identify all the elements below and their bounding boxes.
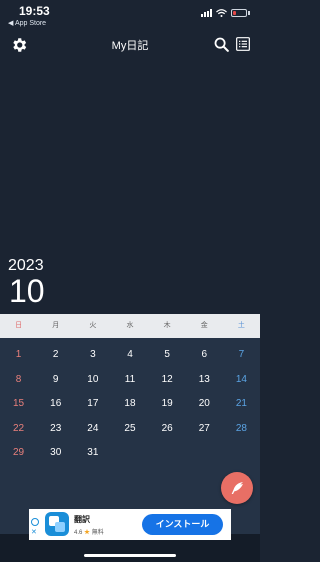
calendar-week: 29 30 31 — [0, 441, 260, 466]
calendar-day-empty — [223, 441, 260, 466]
battery-tip — [248, 11, 250, 15]
calendar-day[interactable]: 17 — [74, 392, 111, 417]
calendar-day[interactable]: 12 — [149, 368, 186, 393]
ad-price: 無料 — [91, 530, 104, 536]
calendar-day-empty — [111, 441, 148, 466]
ad-choices-icon[interactable] — [31, 518, 39, 526]
calendar-day[interactable]: 19 — [149, 392, 186, 417]
weekday-sat: 土 — [237, 322, 245, 329]
new-entry-button[interactable] — [221, 472, 253, 504]
calendar-day[interactable]: 18 — [111, 392, 148, 417]
status-icons — [201, 8, 250, 18]
calendar-day[interactable]: 25 — [111, 417, 148, 442]
weekday-thu: 木 — [163, 322, 171, 329]
calendar-day[interactable]: 14 — [223, 368, 260, 393]
calendar-day[interactable]: 9 — [37, 368, 74, 393]
calendar-day[interactable]: 21 — [223, 392, 260, 417]
back-to-app-store-link[interactable]: ◀ App Store — [8, 19, 46, 27]
calendar-day[interactable]: 5 — [149, 343, 186, 368]
weekday-mon: 月 — [52, 322, 60, 329]
weekday-tue: 火 — [89, 322, 97, 329]
calendar-week: 1 2 3 4 5 6 7 — [0, 343, 260, 368]
calendar-day[interactable]: 28 — [223, 417, 260, 442]
calendar-day[interactable]: 24 — [74, 417, 111, 442]
calendar-day[interactable]: 8 — [0, 368, 37, 393]
calendar-day[interactable]: 23 — [37, 417, 74, 442]
calendar-day[interactable]: 27 — [186, 417, 223, 442]
calendar-day-empty — [186, 441, 223, 466]
search-icon[interactable] — [213, 36, 230, 53]
calendar-day[interactable]: 2 — [37, 343, 74, 368]
ad-rating-value: 4.6 — [74, 530, 83, 536]
status-bar: 19:53 ◀ App Store — [0, 0, 260, 30]
calendar-day[interactable]: 3 — [74, 343, 111, 368]
weekday-wed: 水 — [126, 322, 134, 329]
list-icon[interactable] — [235, 36, 251, 52]
install-button[interactable]: インストール — [142, 514, 223, 535]
calendar-day[interactable]: 31 — [74, 441, 111, 466]
home-indicator — [84, 554, 176, 557]
calendar-day[interactable]: 11 — [111, 368, 148, 393]
ad-app-name: 翻訳 — [74, 515, 90, 524]
calendar-day[interactable]: 20 — [186, 392, 223, 417]
calendar-day[interactable]: 22 — [0, 417, 37, 442]
weekday-header: 日 月 火 水 木 金 土 — [0, 314, 260, 338]
translate-app-icon — [45, 512, 69, 536]
calendar-month: 10 — [9, 273, 45, 309]
calendar-week: 8 9 10 11 12 13 14 — [0, 368, 260, 393]
calendar-day[interactable]: 13 — [186, 368, 223, 393]
calendar-day[interactable]: 6 — [186, 343, 223, 368]
weekday-sun: 日 — [15, 322, 23, 329]
ad-close-icon[interactable]: ✕ — [31, 528, 37, 536]
calendar-day[interactable]: 30 — [37, 441, 74, 466]
star-icon: ★ — [84, 530, 91, 536]
calendar-week: 22 23 24 25 26 27 28 — [0, 417, 260, 442]
calendar-day[interactable]: 4 — [111, 343, 148, 368]
feather-pen-icon — [231, 482, 243, 494]
calendar-day[interactable]: 15 — [0, 392, 37, 417]
weekday-fri: 金 — [200, 322, 208, 329]
calendar-day[interactable]: 7 — [223, 343, 260, 368]
calendar-day-empty — [149, 441, 186, 466]
wifi-icon — [216, 9, 227, 17]
signal-icon — [201, 9, 212, 17]
battery-icon — [231, 9, 247, 17]
calendar-week: 15 16 17 18 19 20 21 — [0, 392, 260, 417]
calendar-day[interactable]: 29 — [0, 441, 37, 466]
ad-rating: 4.6 ★ 無料 — [74, 527, 104, 536]
ad-banner[interactable]: ✕ 翻訳 4.6 ★ 無料 インストール — [29, 509, 231, 540]
calendar-day[interactable]: 26 — [149, 417, 186, 442]
top-bar: My日記 — [0, 33, 260, 57]
calendar-day[interactable]: 1 — [0, 343, 37, 368]
calendar-grid: 1 2 3 4 5 6 7 8 9 10 11 12 13 14 15 16 1… — [0, 338, 260, 534]
calendar-day[interactable]: 16 — [37, 392, 74, 417]
status-time: 19:53 — [19, 4, 50, 18]
calendar-day[interactable]: 10 — [74, 368, 111, 393]
